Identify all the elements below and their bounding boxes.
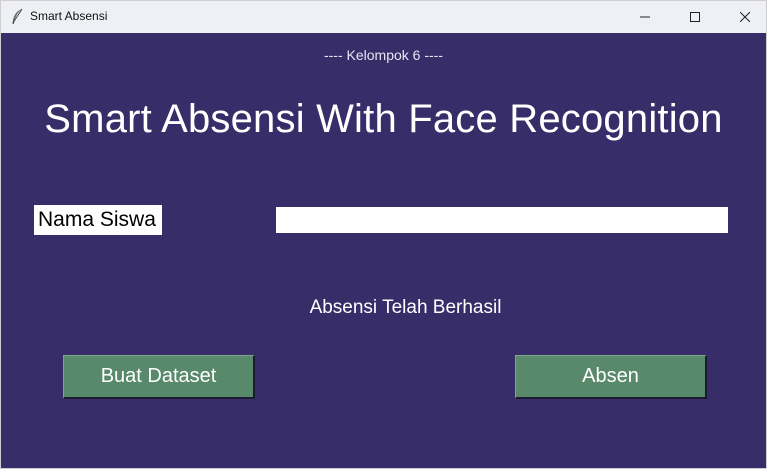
close-button[interactable] bbox=[722, 1, 767, 33]
main-panel: ---- Kelompok 6 ---- Smart Absensi With … bbox=[2, 33, 765, 467]
attend-button[interactable]: Absen bbox=[515, 355, 707, 399]
minimize-icon bbox=[640, 12, 650, 22]
maximize-button[interactable] bbox=[672, 1, 718, 33]
minimize-button[interactable] bbox=[622, 1, 668, 33]
student-name-label: Nama Siswa bbox=[34, 205, 162, 235]
student-name-input[interactable] bbox=[276, 207, 728, 233]
title-bar[interactable]: Smart Absensi bbox=[1, 1, 766, 33]
close-icon bbox=[740, 12, 750, 22]
create-dataset-button[interactable]: Buat Dataset bbox=[63, 355, 255, 399]
page-title: Smart Absensi With Face Recognition bbox=[44, 97, 723, 141]
window-title: Smart Absensi bbox=[30, 9, 108, 23]
maximize-icon bbox=[690, 12, 700, 22]
group-subtitle: ---- Kelompok 6 ---- bbox=[323, 47, 443, 63]
app-window: Smart Absensi ---- Kelompok 6 ---- Smart… bbox=[0, 0, 767, 469]
feather-icon bbox=[10, 8, 24, 26]
status-message: Absensi Telah Berhasil bbox=[309, 297, 502, 318]
